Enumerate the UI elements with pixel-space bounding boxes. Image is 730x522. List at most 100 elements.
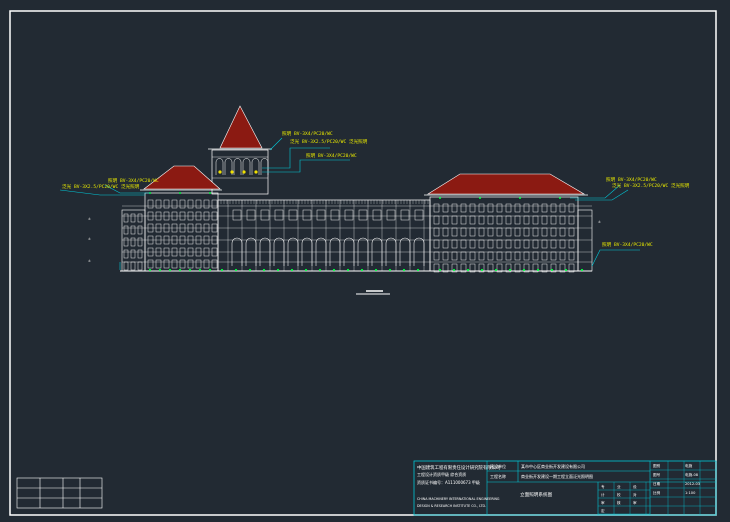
ground-lamp <box>262 268 266 272</box>
window <box>541 227 548 237</box>
center-body <box>217 199 431 272</box>
window <box>550 251 557 261</box>
tb-cell: 业 <box>617 484 621 489</box>
window <box>514 203 521 213</box>
window <box>288 209 298 221</box>
cad-drawing: 照明 BV-3X4/PC20/WC 泛光 BV-3X2.5/PC20/WC 泛光… <box>9 10 717 516</box>
ground-lamp <box>508 268 512 272</box>
tb-cell: 计 <box>601 492 605 497</box>
window <box>123 237 129 247</box>
ground-lamp <box>220 268 224 272</box>
window <box>344 209 354 221</box>
tb-license: 资质证书编号：A111000673 甲级 <box>417 479 480 485</box>
ground-lamp <box>234 268 238 272</box>
tb-cell: 电施 <box>685 463 693 468</box>
window <box>163 199 170 209</box>
window <box>460 251 467 261</box>
window <box>469 251 476 261</box>
tb-cell: 比例 <box>653 490 661 495</box>
window <box>550 227 557 237</box>
window <box>523 239 530 249</box>
window <box>469 239 476 249</box>
tb-cell: 图号 <box>653 472 661 477</box>
ground-lamp <box>438 268 442 272</box>
window <box>541 215 548 225</box>
revision-table <box>16 477 103 509</box>
window <box>550 215 557 225</box>
tb-sub-value: 商业街开发建设一期工程立面泛光照明图 <box>521 473 593 479</box>
window <box>171 199 178 209</box>
window <box>433 203 440 213</box>
window <box>330 209 340 221</box>
eave-lamp <box>519 197 521 199</box>
window <box>487 203 494 213</box>
anno-tower-mid: 照明 BV-3X4/PC20/WC <box>306 153 357 159</box>
window <box>433 239 440 249</box>
window <box>568 215 575 225</box>
ground-lamp <box>522 268 526 272</box>
window <box>372 209 382 221</box>
anno-tower-top-1: 照明 BV-3X4/PC20/WC <box>282 131 333 137</box>
ground-lamp <box>402 268 406 272</box>
window <box>442 239 449 249</box>
window <box>433 227 440 237</box>
window <box>523 215 530 225</box>
window <box>469 227 476 237</box>
right-roof <box>426 173 586 195</box>
anno-left-2: 泛光 BV-3X2.5/PC20/WC 泛光照明 <box>62 183 140 190</box>
ground-lamp <box>304 268 308 272</box>
window <box>523 251 530 261</box>
leader-left-2 <box>59 189 145 196</box>
ground-lamp <box>536 268 540 272</box>
anno-right-low: 照明 BV-3X4/PC20/WC <box>602 242 653 248</box>
leader-tower-3 <box>269 137 283 151</box>
tower-lamp <box>218 170 222 174</box>
ground-lamp <box>360 268 364 272</box>
tb-cell: 审 <box>633 500 637 505</box>
window <box>451 227 458 237</box>
tower-lamp <box>254 170 258 174</box>
window <box>514 251 521 261</box>
window <box>496 227 503 237</box>
window <box>514 215 521 225</box>
window <box>451 215 458 225</box>
tb-cell: 2012-03 <box>685 482 700 486</box>
window <box>532 203 539 213</box>
window <box>568 203 575 213</box>
eave-lamp <box>209 192 211 194</box>
window <box>478 239 485 249</box>
window <box>496 215 503 225</box>
eave-lamp <box>439 197 441 199</box>
window <box>469 215 476 225</box>
window <box>487 239 494 249</box>
ground-lamp <box>198 268 202 272</box>
window <box>541 239 548 249</box>
window <box>460 239 467 249</box>
window <box>523 227 530 237</box>
window <box>505 215 512 225</box>
window <box>451 203 458 213</box>
window <box>478 251 485 261</box>
tb-company-cn-2: 工程设计资质甲级 综合资质 <box>417 471 466 477</box>
window <box>532 239 539 249</box>
window <box>523 203 530 213</box>
window <box>460 227 467 237</box>
anno-right-1: 照明 BV-3X4/PC20/WC <box>606 177 657 183</box>
tb-drawing-title: 立面照明系统图 <box>520 491 553 498</box>
building-elevation <box>59 105 640 273</box>
window <box>478 203 485 213</box>
elev-mark-3: ± <box>88 259 91 264</box>
window <box>514 239 521 249</box>
window <box>123 225 129 235</box>
eave-lamp <box>179 192 181 194</box>
window <box>414 209 424 221</box>
tb-cell: 日期 <box>653 481 661 486</box>
tb-project-label: 建设单位 <box>490 463 506 469</box>
window <box>559 203 566 213</box>
tb-cell: 定 <box>601 508 605 513</box>
window <box>487 215 494 225</box>
tb-company-en-1: CHINA MACHINERY INTERNATIONAL ENGINEERIN… <box>417 497 500 501</box>
window <box>123 261 129 271</box>
ground-lamp <box>346 268 350 272</box>
window <box>469 203 476 213</box>
